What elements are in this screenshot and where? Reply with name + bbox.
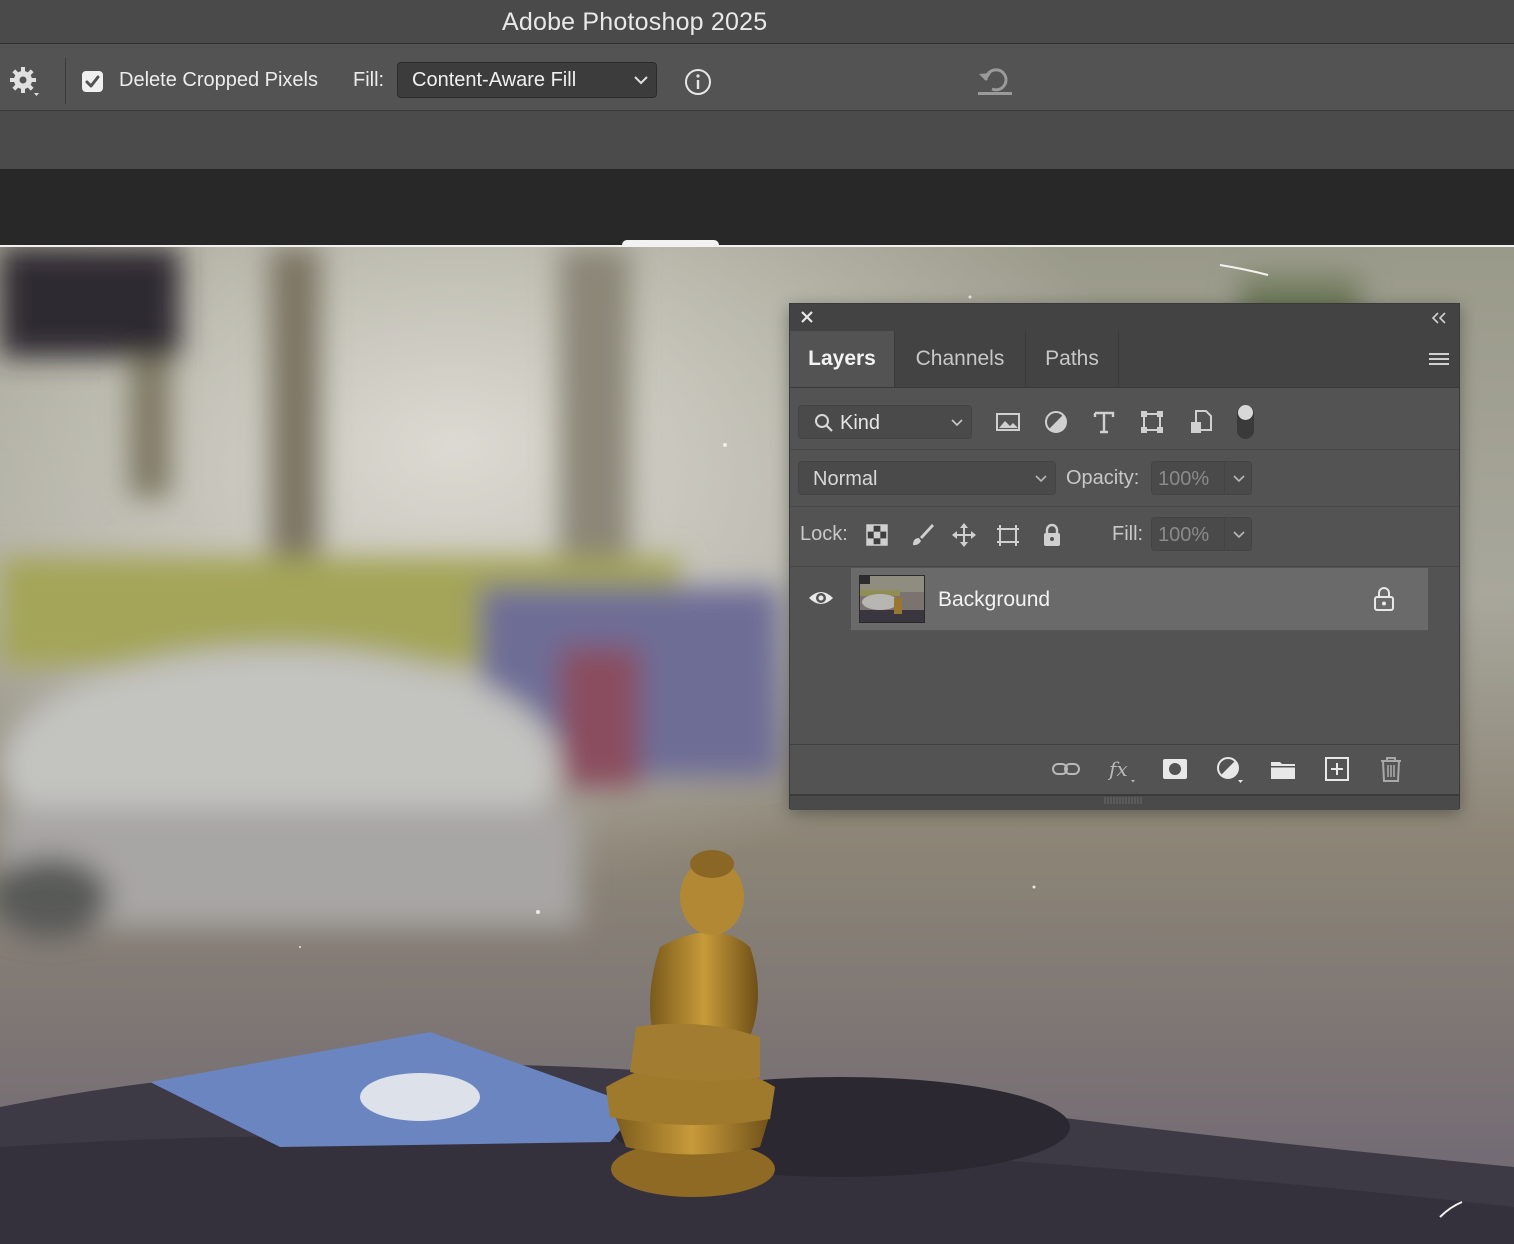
- collapse-icon[interactable]: [1431, 311, 1447, 325]
- lock-artboard-icon[interactable]: [994, 521, 1022, 549]
- filter-kind-label: Kind: [840, 412, 881, 434]
- link-icon[interactable]: [1051, 754, 1081, 784]
- trash-icon[interactable]: [1376, 754, 1406, 784]
- lock-position-icon[interactable]: [950, 521, 978, 549]
- image-filter-icon[interactable]: [994, 408, 1022, 436]
- adjustment-filter-icon[interactable]: [1042, 408, 1070, 436]
- title-bar: Adobe Photoshop 2025: [0, 0, 1514, 44]
- smart-object-filter-icon[interactable]: [1187, 408, 1215, 436]
- opacity-value: 100%: [1158, 468, 1210, 490]
- svg-text:fx: fx: [1107, 757, 1128, 781]
- search-icon: [815, 414, 833, 432]
- lock-label: Lock:: [800, 523, 848, 545]
- checkmark-icon: [85, 75, 100, 88]
- new-layer-icon[interactable]: [1322, 754, 1352, 784]
- crop-handle-top[interactable]: [622, 240, 719, 247]
- fx-icon[interactable]: fx: [1106, 754, 1136, 784]
- chevron-down-icon: [1035, 475, 1047, 483]
- secondary-bar: [0, 111, 1514, 169]
- divider: [65, 58, 66, 104]
- layer-name[interactable]: Background: [938, 588, 1050, 612]
- chevron-down-icon: [1233, 475, 1245, 483]
- gear-icon[interactable]: [8, 66, 42, 100]
- opacity-input[interactable]: 100%: [1151, 461, 1225, 495]
- fill-label: Fill:: [353, 69, 385, 91]
- chevron-down-icon: [951, 419, 963, 427]
- resize-grip-icon[interactable]: [1103, 797, 1143, 804]
- lock-all-icon[interactable]: [1038, 521, 1066, 549]
- fill-dropdown[interactable]: [1224, 517, 1252, 551]
- blend-mode-value: Normal: [813, 468, 878, 490]
- chevron-down-icon: [1233, 531, 1245, 539]
- info-icon[interactable]: [684, 68, 712, 96]
- filter-toggle-knob: [1238, 405, 1253, 420]
- folder-icon[interactable]: [1268, 754, 1298, 784]
- panel-menu-icon[interactable]: [1429, 351, 1449, 367]
- blend-mode-select[interactable]: Normal: [798, 461, 1056, 495]
- layer-lock-icon[interactable]: [1372, 586, 1396, 612]
- opacity-label: Opacity:: [1066, 467, 1140, 489]
- fill-select[interactable]: Content-Aware Fill: [397, 62, 657, 98]
- tab-layers[interactable]: Layers: [790, 331, 894, 387]
- fill-value: 100%: [1158, 524, 1210, 546]
- opacity-dropdown[interactable]: [1224, 461, 1252, 495]
- fill-label: Fill:: [1112, 523, 1144, 545]
- fill-input[interactable]: 100%: [1151, 517, 1225, 551]
- type-filter-icon[interactable]: [1090, 408, 1118, 436]
- adjustment-icon[interactable]: [1214, 754, 1244, 784]
- app-title: Adobe Photoshop 2025: [502, 8, 768, 36]
- thumbnail-image: [860, 576, 924, 622]
- shape-filter-icon[interactable]: [1138, 408, 1166, 436]
- close-icon[interactable]: [800, 310, 814, 324]
- chevron-down-icon: [634, 76, 648, 85]
- canvas-pasteboard: [0, 169, 1514, 245]
- panel-tabs: Layers Channels Paths: [790, 331, 1459, 388]
- delete-cropped-pixels-checkbox[interactable]: [82, 71, 103, 92]
- mask-icon[interactable]: [1160, 754, 1190, 784]
- fill-select-value: Content-Aware Fill: [412, 69, 577, 91]
- layer-thumbnail: [859, 575, 925, 623]
- tab-divider: [1118, 331, 1119, 387]
- tab-paths[interactable]: Paths: [1026, 331, 1118, 387]
- reset-icon[interactable]: [974, 62, 1016, 96]
- delete-cropped-pixels-label: Delete Cropped Pixels: [119, 69, 318, 91]
- filter-kind-select[interactable]: Kind: [798, 405, 972, 439]
- layers-panel: Layers Channels Paths Kind Normal Opacit…: [789, 303, 1460, 810]
- lock-paint-icon[interactable]: [908, 521, 936, 549]
- lock-transparent-icon[interactable]: [863, 521, 891, 549]
- eye-icon[interactable]: [808, 588, 834, 608]
- options-bar: Delete Cropped Pixels Fill: Content-Awar…: [0, 44, 1514, 111]
- panel-header: [790, 304, 1459, 331]
- tab-channels[interactable]: Channels: [895, 331, 1025, 387]
